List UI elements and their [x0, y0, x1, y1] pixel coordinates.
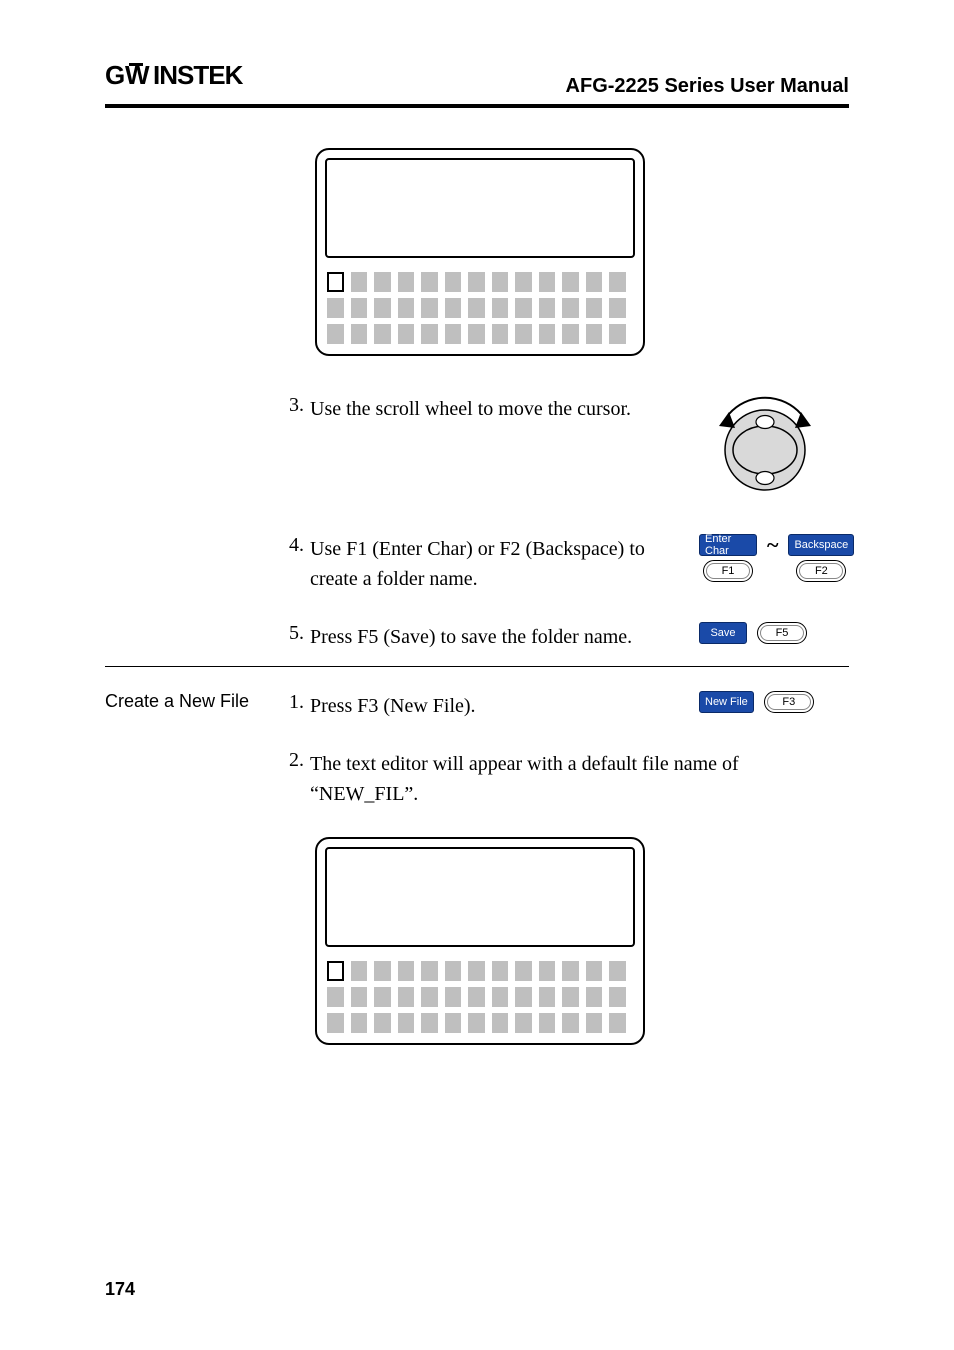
hardkey-f2[interactable]: F2	[796, 560, 846, 582]
softkey-enter-char[interactable]: Enter Char	[699, 534, 757, 556]
device-screen-figure-2	[315, 837, 645, 1045]
section-divider	[105, 666, 849, 667]
device-display-area	[325, 847, 635, 947]
step-number: 5.	[280, 622, 310, 645]
softkey-backspace[interactable]: Backspace	[788, 534, 854, 556]
step-text: Press F5 (Save) to save the folder name.	[310, 622, 699, 652]
doc-title: AFG-2225 Series User Manual	[566, 75, 849, 98]
hardkey-f1[interactable]: F1	[703, 560, 753, 582]
page-number: 174	[105, 1279, 135, 1300]
key-group-f3: New File F3	[699, 691, 814, 713]
key-group-f1-f2: Enter Char F1 ~ Backspace F2	[699, 534, 854, 582]
step-number: 1.	[280, 691, 310, 714]
step-text: Use F1 (Enter Char) or F2 (Backspace) to…	[310, 534, 699, 594]
step-number: 2.	[280, 749, 310, 772]
char-grid	[325, 959, 635, 1035]
step-text: The text editor will appear with a defau…	[310, 749, 849, 809]
char-cell-selected	[327, 272, 344, 292]
step-text: Use the scroll wheel to move the cursor.	[310, 394, 699, 424]
char-grid	[325, 270, 635, 346]
brand-logo: G W INSTEK	[105, 60, 265, 98]
section-heading: Create a New File	[105, 691, 280, 712]
softkey-save[interactable]: Save	[699, 622, 747, 644]
char-cell-selected	[327, 961, 344, 981]
hardkey-f3[interactable]: F3	[764, 691, 814, 713]
step-text: Press F3 (New File).	[310, 691, 699, 721]
step-number: 4.	[280, 534, 310, 557]
step-number: 3.	[280, 394, 310, 417]
svg-text:INSTEK: INSTEK	[153, 60, 244, 90]
hardkey-f5[interactable]: F5	[757, 622, 807, 644]
brand-logo-svg: G W INSTEK	[105, 60, 265, 90]
scroll-wheel-icon	[699, 394, 831, 506]
device-display-area	[325, 158, 635, 258]
svg-text:G: G	[105, 60, 126, 90]
softkey-new-file[interactable]: New File	[699, 691, 754, 713]
device-screen-figure-1	[315, 148, 645, 356]
key-group-f5: Save F5	[699, 622, 807, 644]
tilde-icon: ~	[765, 532, 780, 558]
page-header: G W INSTEK AFG-2225 Series User Manual	[105, 60, 849, 108]
